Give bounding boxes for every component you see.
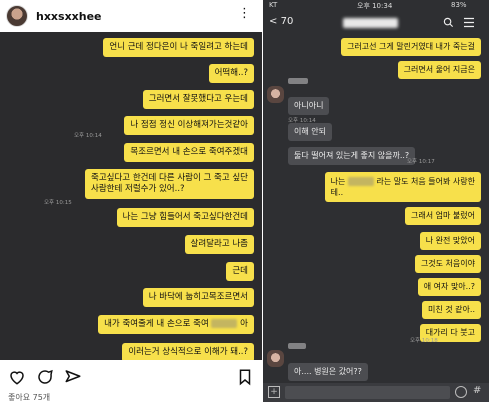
unread-count: 70: [280, 16, 294, 27]
post-header: hxxsxxhee ⋮: [0, 0, 262, 32]
chat-bubble: 목조르면서 내 손으로 죽여주겠대: [124, 143, 254, 162]
chat-bubble: 나 점점 정신 이상해져가는것같아: [124, 116, 254, 135]
status-bar: KT 오후 10:34 83%: [263, 0, 489, 12]
message-time: 오후 10:15: [44, 200, 72, 206]
redaction-blur: [211, 319, 238, 328]
chat-line: 나는 라는 말도 처음 들어봐 사랑한: [331, 176, 475, 187]
chat-line: 테..: [330, 188, 344, 197]
chat-bubble: 근데: [226, 262, 254, 281]
chat-title-redacted: [343, 18, 398, 28]
my-message: 그것도 처음이야: [414, 255, 481, 273]
friend-avatar[interactable]: [267, 350, 284, 367]
my-message: 그러고선 그게 말린거였대 내가 죽는걸: [341, 38, 481, 56]
like-count: 좋아요 75개: [8, 393, 51, 402]
my-message-multiline: 나는 라는 말도 처음 들어봐 사랑한 테..: [324, 172, 481, 202]
back-button[interactable]: < 70: [269, 16, 293, 27]
chat-bubble: 이러는거 상식적으로 이해가 돼..?: [122, 343, 254, 360]
hashtag-icon[interactable]: #: [473, 385, 481, 396]
emoji-icon[interactable]: [455, 386, 467, 398]
input-bar: + #: [263, 383, 489, 402]
menu-icon[interactable]: [463, 17, 475, 28]
plus-icon[interactable]: +: [268, 386, 280, 398]
friend-message: 둘다 떨어져 있는게 좋지 않을까..?: [288, 147, 416, 165]
carrier-label: KT: [269, 1, 278, 9]
heart-icon[interactable]: [8, 368, 26, 386]
friend-avatar[interactable]: [267, 86, 284, 103]
chat-bubble: 나 바닥에 눕히고목조르면서: [142, 288, 254, 307]
chat-text: 나는: [330, 177, 346, 186]
friend-message: 이해 안되: [288, 123, 332, 141]
chat-topbar: < 70: [263, 12, 489, 36]
more-options-icon[interactable]: ⋮: [238, 6, 252, 21]
message-time: 오후 10:17: [407, 159, 435, 165]
chat-text: 아: [240, 319, 248, 329]
my-message: 그러면서 울어 지금은: [397, 61, 481, 79]
my-message: 미친 것 같아..: [422, 301, 481, 319]
friend-message: 아니아니: [288, 97, 330, 115]
message-input[interactable]: [285, 386, 450, 399]
chat-line: 사람한테 저럴수가 있어..?: [91, 184, 185, 194]
redaction-blur: [347, 177, 374, 186]
friend-message: 아.... 병원은 갔어??: [288, 363, 368, 381]
share-icon[interactable]: [64, 368, 82, 386]
message-time: 오후 10:14: [74, 133, 102, 139]
friend-name-redacted: [288, 343, 306, 349]
search-icon[interactable]: [443, 17, 454, 28]
my-message: 그래서 엄마 불렀어: [405, 207, 481, 225]
chevron-left-icon: <: [269, 16, 278, 27]
bookmark-icon[interactable]: [236, 368, 254, 386]
my-message: 애 여자 맞아..?: [417, 278, 481, 296]
chat-bubble-redacted: 내가 죽여줄게 내 손으로 죽여 아: [98, 315, 254, 334]
chat-bubble-multiline: 죽고싶다고 한건데 다른 사람이 그 죽고 싶단 사람한테 저럴수가 있어..?: [85, 169, 254, 199]
chat-text: 내가 죽여줄게 내 손으로 죽여: [104, 319, 209, 329]
chat-screenshot: 언니 근데 정다은이 나 죽일려고 하는데 어떡해..? 그러면서 잘못했다고 …: [0, 32, 262, 360]
post-username[interactable]: hxxsxxhee: [36, 10, 102, 23]
message-time: 오후 10:18: [410, 338, 438, 344]
screenshot-collage: hxxsxxhee ⋮ 언니 근데 정다은이 나 죽일려고 하는데 어떡해..?…: [0, 0, 489, 402]
my-message: 나 완전 맞았어: [419, 232, 481, 250]
post-actions: [0, 362, 262, 392]
avatar[interactable]: [6, 5, 28, 27]
chat-bubble: 살려달라고 나좀: [184, 235, 254, 254]
chat-bubble: 나는 그냥 힘들어서 죽고싶다한건데: [116, 208, 254, 227]
battery-level: 83%: [451, 1, 467, 9]
kakaotalk-chat: KT 오후 10:34 83% < 70 그러고선 그게 말린거였대 내가 죽는…: [263, 0, 489, 402]
comment-icon[interactable]: [36, 368, 54, 386]
chat-bubble: 어떡해..?: [208, 64, 254, 83]
chat-bubble: 그러면서 잘못했다고 우는데: [142, 90, 254, 109]
instagram-post: hxxsxxhee ⋮ 언니 근데 정다은이 나 죽일려고 하는데 어떡해..?…: [0, 0, 262, 402]
chat-line: 죽고싶다고 한건데 다른 사람이 그 죽고 싶단: [91, 173, 248, 183]
chat-bubble: 언니 근데 정다은이 나 죽일려고 하는데: [103, 38, 254, 57]
chat-text: 라는 말도 처음 들어봐 사랑한: [376, 177, 476, 186]
friend-name-redacted: [288, 78, 308, 84]
clock: 오후 10:34: [357, 2, 393, 10]
